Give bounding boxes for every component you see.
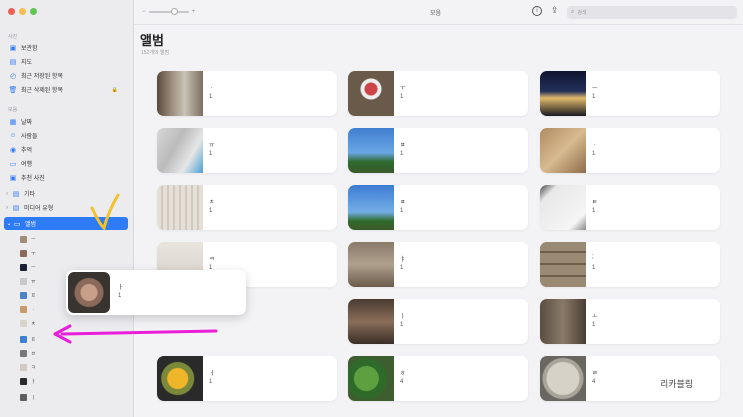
checkmark-annotation bbox=[90, 193, 120, 231]
annotation-overlay bbox=[53, 193, 218, 344]
watermark: 리카블링 bbox=[660, 380, 694, 390]
arrow-annotation-line bbox=[60, 329, 218, 336]
photos-window: 사진 ▣ 보관함 ▤ 지도 ◴ 최근 저장된 항목 🗑 최근 삭제된 항목 🔒 … bbox=[0, 0, 743, 417]
